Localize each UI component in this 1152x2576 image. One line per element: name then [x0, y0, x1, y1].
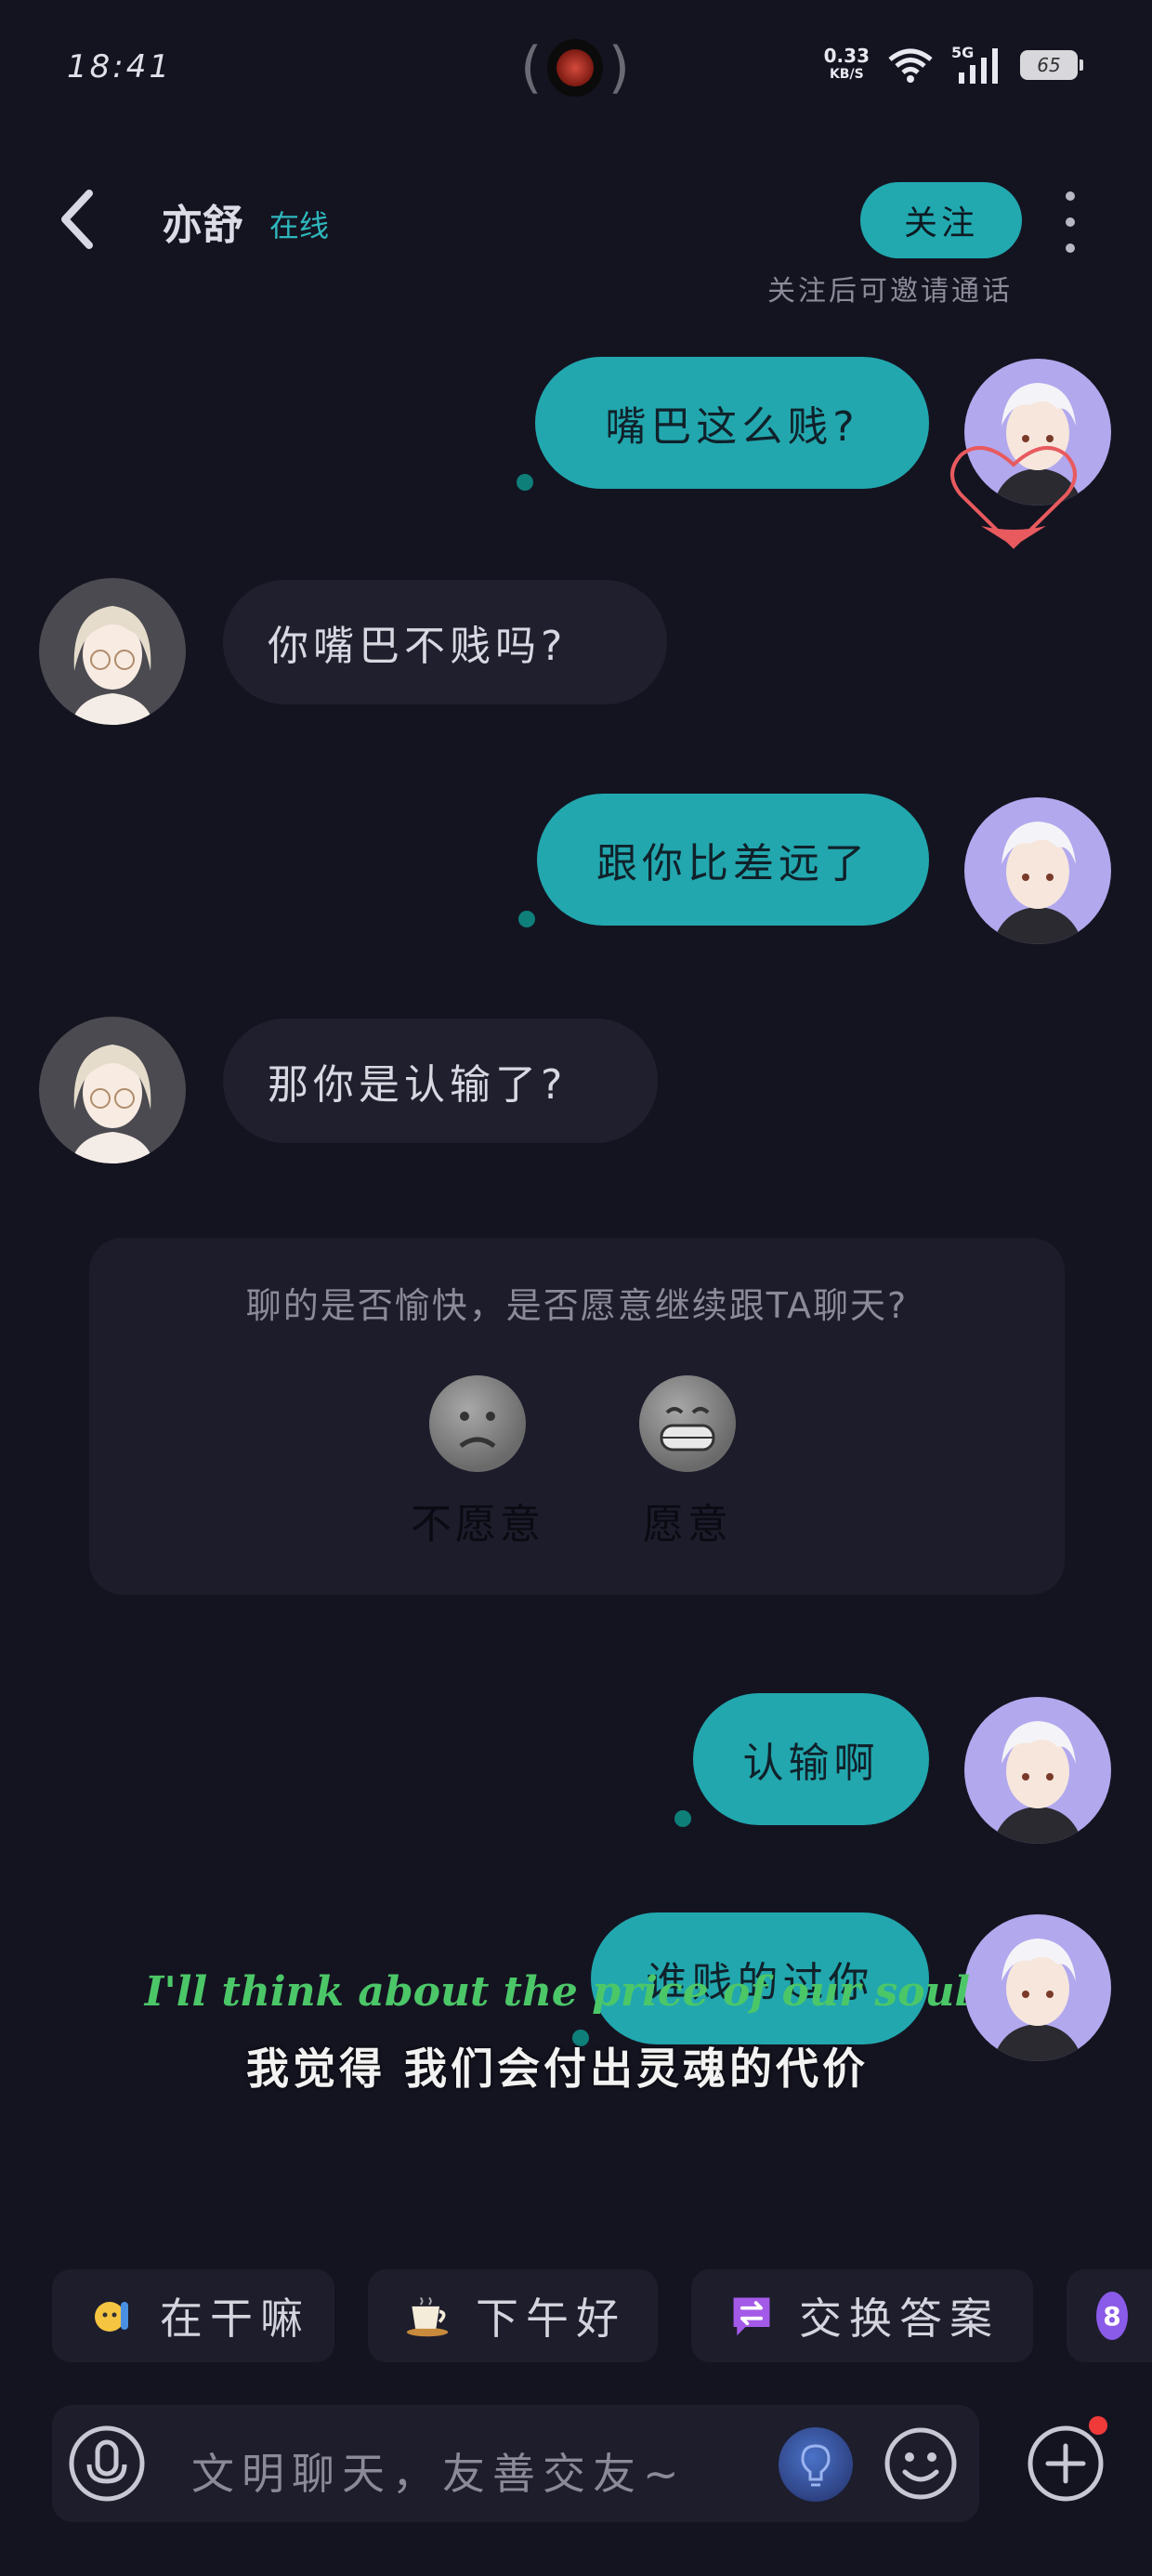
option-unwilling[interactable]: 不愿意: [394, 1375, 561, 1550]
back-button[interactable]: [54, 186, 106, 253]
microphone-icon: [69, 2425, 145, 2502]
lyric-english: I'll think about the price of our soul: [144, 1968, 971, 2016]
status-icons: 0.33 KB/S 5G 65: [823, 45, 1083, 85]
battery-indicator: 65: [1020, 50, 1083, 80]
message-bubble-sent[interactable]: 跟你比差远了: [537, 794, 929, 926]
recording-indicator: (): [520, 35, 630, 100]
quick-reply-chip[interactable]: 交换答案: [691, 2269, 1033, 2362]
sent-indicator: [517, 474, 533, 491]
plus-icon: [1028, 2425, 1104, 2502]
sent-indicator: [674, 1810, 691, 1827]
ai-suggestion-button[interactable]: [779, 2427, 853, 2502]
network-speed: 0.33 KB/S: [823, 45, 870, 82]
message-input[interactable]: 文明聊天，友善交友~: [191, 2440, 687, 2502]
feedback-question: 聊的是否愉快，是否愿意继续跟TA聊天?: [245, 1285, 909, 1326]
lightbulb-icon: [801, 2444, 831, 2487]
quick-reply-label: 下午好: [476, 2293, 626, 2344]
exchange-icon: [728, 2293, 775, 2339]
more-actions-button[interactable]: [1026, 2424, 1106, 2504]
chevron-left-icon: [61, 190, 93, 249]
message-bubble-received[interactable]: 那你是认输了?: [223, 1019, 658, 1143]
quick-reply-label: 在干嘛: [160, 2293, 310, 2344]
option-willing-label: 愿意: [643, 1501, 732, 1548]
online-status: 在线: [269, 208, 330, 243]
contact-name: 亦舒: [162, 202, 243, 249]
quick-reply-label: 交换答案: [799, 2293, 1000, 2344]
emoji-button[interactable]: [883, 2425, 959, 2502]
waving-emoji-icon: [89, 2293, 136, 2339]
sad-face-icon: [429, 1375, 526, 1472]
heart-icon: [944, 437, 1083, 558]
contact-avatar[interactable]: [39, 578, 186, 725]
wifi-icon: [886, 46, 935, 84]
voice-input-button[interactable]: [67, 2424, 147, 2504]
contact-avatar[interactable]: [39, 1017, 186, 1163]
follow-button[interactable]: 关注: [860, 182, 1022, 258]
status-time: 18:41: [67, 48, 172, 85]
lyric-chinese: 我觉得 我们会付出灵魂的代价: [245, 2044, 869, 2094]
chat-feedback-card: 聊的是否愉快，是否愿意继续跟TA聊天? 不愿意 愿意: [89, 1238, 1065, 1595]
quick-reply-chip[interactable]: 下午好: [368, 2269, 658, 2362]
message-input-bar: 文明聊天，友善交友~: [52, 2405, 979, 2522]
my-avatar[interactable]: [964, 797, 1111, 944]
notification-dot: [1089, 2416, 1107, 2435]
option-unwilling-label: 不愿意: [411, 1501, 544, 1548]
message-bubble-sent[interactable]: 认输啊: [693, 1693, 929, 1825]
message-bubble-received[interactable]: 你嘴巴不贱吗?: [223, 580, 667, 704]
more-options-icon[interactable]: [1059, 191, 1081, 253]
cellular-signal-icon: 5G: [951, 45, 1003, 85]
svg-text:5G: 5G: [951, 45, 974, 61]
quick-reply-chip[interactable]: 8: [1067, 2269, 1152, 2362]
smiley-icon: [884, 2427, 957, 2500]
follow-hint: 关注后可邀请通话: [767, 275, 1013, 308]
sent-indicator: [518, 911, 535, 927]
coffee-icon: [405, 2293, 452, 2339]
badge-icon: 8: [1096, 2292, 1128, 2340]
quick-reply-chip[interactable]: 在干嘛: [52, 2269, 334, 2362]
option-willing[interactable]: 愿意: [604, 1375, 771, 1550]
message-bubble-sent[interactable]: 嘴巴这么贱?: [535, 357, 929, 489]
my-avatar[interactable]: [964, 1697, 1111, 1844]
grin-face-icon: [639, 1375, 736, 1472]
